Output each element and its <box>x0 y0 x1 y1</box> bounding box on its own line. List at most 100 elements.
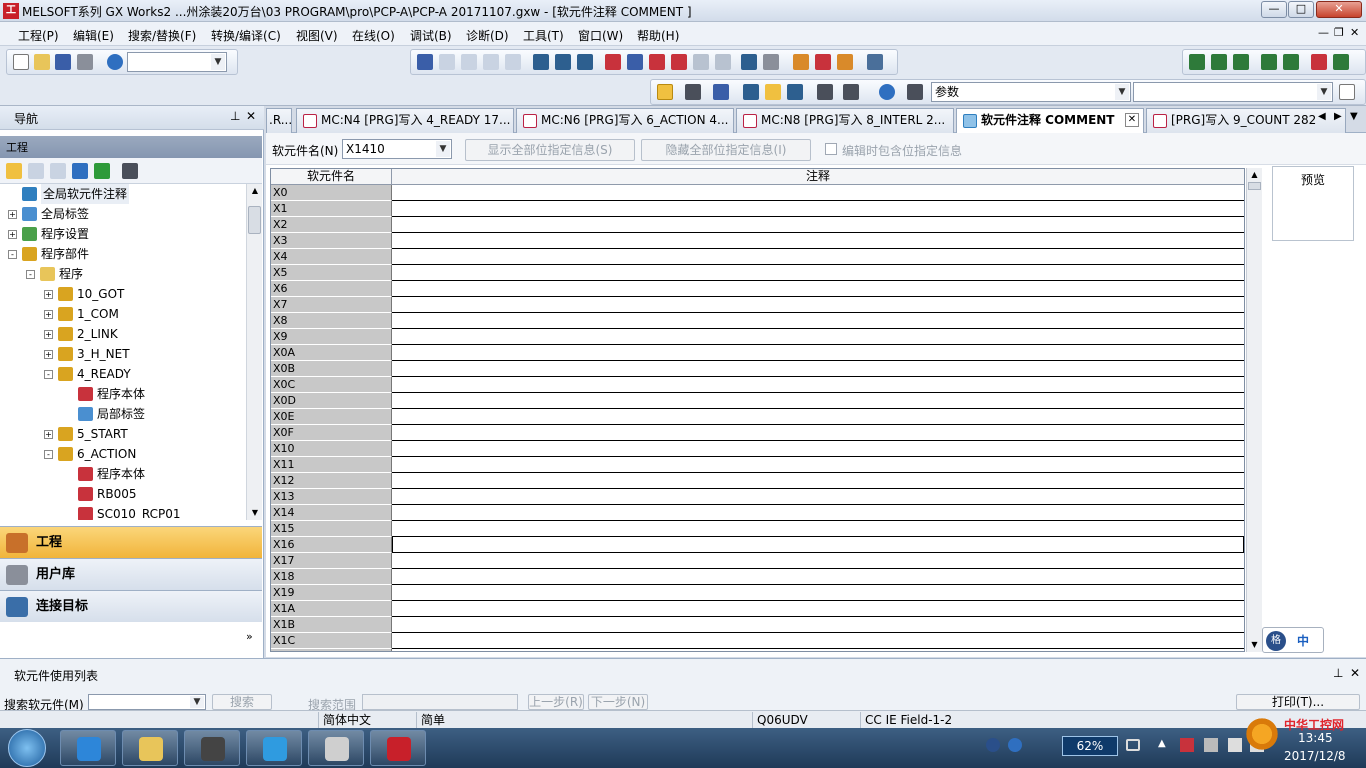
close-button[interactable]: ✕ <box>1316 1 1362 18</box>
device-name-cell[interactable]: X11 <box>271 457 392 473</box>
grid-scroll-thumb[interactable] <box>1248 182 1261 190</box>
write-plc-icon[interactable] <box>627 54 643 70</box>
close-icon[interactable]: ✕ <box>246 109 256 123</box>
ladder-coil-icon[interactable] <box>1233 54 1249 70</box>
device-name-input[interactable]: X1410 ▼ <box>342 139 452 159</box>
taskbar-app-button[interactable] <box>370 730 426 766</box>
dropdown-arrow-icon[interactable]: ▼ <box>1317 84 1331 100</box>
device-name-cell[interactable]: X0D <box>271 393 392 409</box>
menu-debug[interactable]: 调试(B) <box>410 27 452 44</box>
copy-icon[interactable] <box>28 163 44 179</box>
ime-mode-label[interactable]: 中 <box>1297 632 1309 649</box>
dev-icon-2[interactable] <box>765 84 781 100</box>
print-icon[interactable] <box>77 54 93 70</box>
read-plc-icon[interactable] <box>605 54 621 70</box>
taskbar-app-button[interactable] <box>184 730 240 766</box>
nav-section-project[interactable]: 工程 <box>0 526 262 558</box>
menu-convert[interactable]: 转换/编译(C) <box>211 27 281 44</box>
dropdown-arrow-icon[interactable]: ▼ <box>190 696 204 708</box>
device-name-cell[interactable]: X8 <box>271 313 392 329</box>
device-name-cell[interactable]: X18 <box>271 569 392 585</box>
ime-tray-icon[interactable] <box>986 738 1000 752</box>
show-all-bit-info-button[interactable]: 显示全部位指定信息(S) <box>465 139 635 161</box>
previous-button[interactable]: 上一步(R) <box>528 694 584 710</box>
close-icon[interactable]: ✕ <box>1350 666 1360 680</box>
print-button[interactable]: 打印(T)... <box>1236 694 1360 710</box>
device-name-cell[interactable]: X7 <box>271 297 392 313</box>
battery-indicator[interactable]: 62% <box>1062 736 1118 756</box>
show-hidden-icons-icon[interactable]: ▲ <box>1158 738 1166 749</box>
collapse-icon[interactable]: - <box>26 270 35 279</box>
monitor-stop-icon[interactable] <box>693 54 709 70</box>
device-name-cell[interactable]: X0E <box>271 409 392 425</box>
flag-tray-icon[interactable] <box>1180 738 1194 752</box>
ime-logo-icon[interactable]: 格 <box>1266 631 1286 651</box>
collapse-icon[interactable]: - <box>44 450 53 459</box>
dev-icon-3[interactable] <box>787 84 803 100</box>
new-file-icon[interactable] <box>13 54 29 70</box>
collapse-icon[interactable]: - <box>44 370 53 379</box>
taskbar-app-button[interactable] <box>246 730 302 766</box>
undo-icon[interactable] <box>483 54 499 70</box>
tab-scroll-right-icon[interactable]: ▶ <box>1334 111 1342 122</box>
device-batch-icon[interactable] <box>763 54 779 70</box>
tab-scroll-left-icon[interactable]: ◀ <box>1318 111 1326 122</box>
menu-edit[interactable]: 编辑(E) <box>73 27 114 44</box>
menu-window[interactable]: 窗口(W) <box>578 27 623 44</box>
ladder-line-icon[interactable] <box>1333 54 1349 70</box>
menu-online[interactable]: 在线(O) <box>352 27 395 44</box>
device-name-cell[interactable]: X10 <box>271 441 392 457</box>
taskbar-app-button[interactable] <box>122 730 178 766</box>
device-name-cell[interactable]: X14 <box>271 505 392 521</box>
device-name-cell[interactable]: X1 <box>271 201 392 217</box>
tab-program[interactable]: MC:N6 [PRG]写入 6_ACTION 4... <box>516 108 734 133</box>
ime-bar[interactable]: 格 中 <box>1262 627 1324 653</box>
paste-icon[interactable] <box>50 163 66 179</box>
device-name-cell[interactable]: X0F <box>271 425 392 441</box>
properties-icon[interactable] <box>72 163 88 179</box>
device-name-cell[interactable]: X15 <box>271 521 392 537</box>
binoculars-icon[interactable] <box>907 84 923 100</box>
menu-search-replace[interactable]: 搜索/替换(F) <box>128 27 196 44</box>
column-header-comment[interactable]: 注释 <box>392 169 1244 185</box>
menu-help[interactable]: 帮助(H) <box>637 27 679 44</box>
search-button[interactable]: 搜索 <box>212 694 272 710</box>
window-list-icon[interactable] <box>713 84 729 100</box>
more-sections-icon[interactable]: » <box>246 630 253 643</box>
scroll-down-icon[interactable]: ▼ <box>1247 638 1262 652</box>
device-name-cell[interactable]: X0B <box>271 361 392 377</box>
save-icon[interactable] <box>55 54 71 70</box>
dropdown-arrow-icon[interactable]: ▼ <box>436 141 450 157</box>
clock-date[interactable]: 2017/12/8 <box>1284 749 1346 763</box>
comment-cell[interactable] <box>392 505 1244 521</box>
ladder-branch-icon[interactable] <box>1211 54 1227 70</box>
scroll-down-icon[interactable]: ▼ <box>248 506 262 520</box>
comment-cell[interactable] <box>392 361 1244 377</box>
monitor-all-icon[interactable] <box>715 54 731 70</box>
menu-tools[interactable]: 工具(T) <box>523 27 564 44</box>
comment-cell[interactable] <box>392 185 1244 201</box>
rebuild-icon[interactable] <box>577 54 593 70</box>
expand-icon[interactable]: + <box>44 310 53 319</box>
ladder-contact-icon[interactable] <box>1189 54 1205 70</box>
device-name-cell[interactable]: X6 <box>271 281 392 297</box>
app-icon[interactable]: 工 <box>3 3 19 19</box>
grid-scrollbar[interactable]: ▲ ▼ <box>1246 168 1262 652</box>
expand-icon[interactable]: + <box>44 350 53 359</box>
device-name-cell[interactable]: X5 <box>271 265 392 281</box>
sort-icon[interactable] <box>122 163 138 179</box>
menu-project[interactable]: 工程(P) <box>18 27 59 44</box>
comment-cell[interactable] <box>392 329 1244 345</box>
maximize-button[interactable]: □ <box>1288 1 1314 18</box>
next-button[interactable]: 下一步(N) <box>588 694 648 710</box>
scroll-up-icon[interactable]: ▲ <box>1247 168 1262 182</box>
simulation-reset-icon[interactable] <box>837 54 853 70</box>
pin-icon[interactable]: ⊥ <box>1333 666 1343 680</box>
watch-icon[interactable] <box>817 84 833 100</box>
device-name-cell[interactable]: X0A <box>271 345 392 361</box>
new-data-icon[interactable] <box>6 163 22 179</box>
comment-cell[interactable] <box>392 649 1244 651</box>
device-name-cell[interactable]: X0C <box>271 377 392 393</box>
help-icon[interactable] <box>107 54 123 70</box>
device-name-cell[interactable]: X9 <box>271 329 392 345</box>
